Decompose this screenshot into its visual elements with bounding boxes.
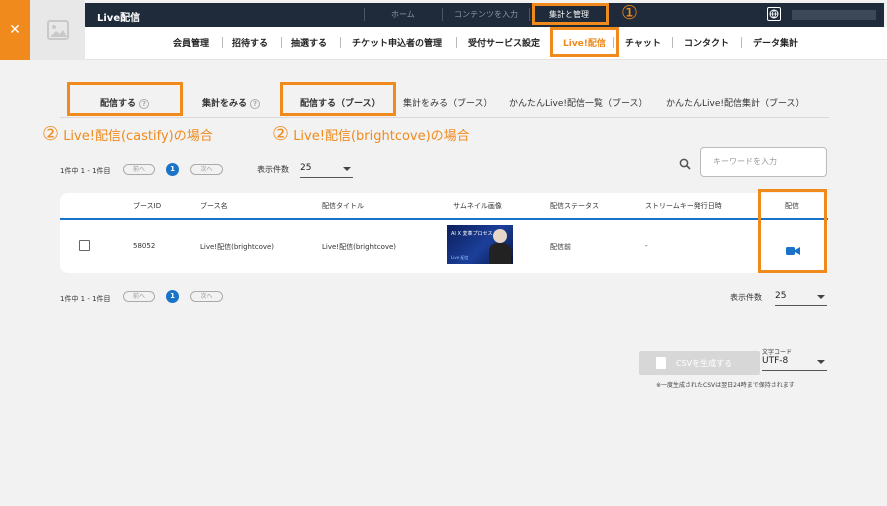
prev-button-bottom[interactable]: 前へ xyxy=(123,291,155,302)
document-icon xyxy=(656,357,666,369)
encoding-select[interactable]: UTF-8 xyxy=(762,353,827,371)
per-page-label: 表示件数 xyxy=(257,165,289,174)
thumbnail-image: AI X 変革プロセス 手法 Live 配信 xyxy=(447,225,513,264)
nav-contact[interactable]: コンタクト xyxy=(684,36,729,49)
tab-stats[interactable]: 集計をみる? xyxy=(202,96,261,109)
highlight-tab-stream xyxy=(67,82,183,116)
topnav-input-content[interactable]: コンテンツを入力 xyxy=(454,9,518,20)
cell-booth-name: Live!配信(brightcove) xyxy=(200,243,275,251)
per-page-select[interactable]: 25 xyxy=(300,160,353,178)
tab-stats-booth[interactable]: 集計をみる（ブース） xyxy=(403,96,493,109)
page-number-bottom[interactable]: 1 xyxy=(166,290,179,303)
csv-note: ※一度生成されたCSVは翌日24時まで保持されます xyxy=(656,382,795,389)
page: ✕ Live配信 ホーム コンテンツを入力 集計と管理 会員管理 招待する 抽選… xyxy=(0,0,887,506)
highlight-stream-column xyxy=(758,189,827,273)
image-placeholder-icon xyxy=(30,0,85,60)
caption-castify: ② Live!配信(castify)の場合 xyxy=(42,123,213,145)
prev-button[interactable]: 前へ xyxy=(123,164,155,175)
search-icon[interactable] xyxy=(679,155,691,174)
close-icon[interactable]: ✕ xyxy=(0,0,30,60)
pager-summary-bottom: 1件中 1 - 1件目 xyxy=(60,295,111,303)
col-thumbnail: サムネイル画像 xyxy=(453,202,502,210)
next-button-bottom[interactable]: 次へ xyxy=(190,291,223,302)
generate-csv-button[interactable]: CSVを生成する xyxy=(639,351,760,375)
nav-ticket-applicants[interactable]: チケット申込者の管理 xyxy=(352,36,442,49)
main-nav: 会員管理 招待する 抽選する チケット申込者の管理 受付サービス設定 Live!… xyxy=(85,27,887,60)
row-checkbox[interactable] xyxy=(79,240,90,251)
per-page-label-bottom: 表示件数 xyxy=(730,293,762,302)
cell-booth-id: 58052 xyxy=(133,242,156,250)
globe-icon[interactable] xyxy=(767,7,781,21)
highlight-live xyxy=(550,27,619,57)
tab-easy-live-list[interactable]: かんたんLive!配信一覧（ブース） xyxy=(509,96,648,109)
caption-brightcove: ② Live!配信(brightcove)の場合 xyxy=(272,123,470,145)
user-menu[interactable] xyxy=(792,10,876,20)
table-header: ブースID ブース名 配信タイトル サムネイル画像 配信ステータス ストリームキ… xyxy=(60,193,828,220)
cell-stream-key-date: - xyxy=(645,242,648,250)
annotation-step1: ① xyxy=(621,2,639,24)
tab-easy-live-stats[interactable]: かんたんLive!配信集計（ブース） xyxy=(666,96,805,109)
per-page-select-bottom[interactable]: 25 xyxy=(775,288,827,306)
highlight-manage xyxy=(532,3,609,25)
cell-status: 配信前 xyxy=(550,243,571,251)
pager-summary: 1件中 1 - 1件目 xyxy=(60,167,111,175)
next-button[interactable]: 次へ xyxy=(190,164,223,175)
nav-lottery[interactable]: 抽選する xyxy=(291,36,327,49)
col-status: 配信ステータス xyxy=(550,202,599,210)
search-input[interactable]: キーワードを入力 xyxy=(700,147,827,177)
help-icon: ? xyxy=(250,98,261,109)
nav-chat[interactable]: チャット xyxy=(625,36,661,49)
col-booth-id: ブースID xyxy=(133,202,162,210)
page-number[interactable]: 1 xyxy=(166,163,179,176)
col-title: 配信タイトル xyxy=(322,202,364,210)
nav-data-aggregation[interactable]: データ集計 xyxy=(753,36,798,49)
chevron-down-icon xyxy=(343,167,351,171)
nav-members[interactable]: 会員管理 xyxy=(173,36,209,49)
topnav-home[interactable]: ホーム xyxy=(391,9,415,20)
highlight-tab-stream-booth xyxy=(280,82,396,116)
app-title: Live配信 xyxy=(97,13,141,24)
booth-table: ブースID ブース名 配信タイトル サムネイル画像 配信ステータス ストリームキ… xyxy=(60,193,828,273)
nav-invite[interactable]: 招待する xyxy=(232,36,268,49)
chevron-down-icon xyxy=(817,295,825,299)
chevron-down-icon xyxy=(817,360,825,364)
col-stream-key-date: ストリームキー発行日時 xyxy=(645,202,722,210)
nav-reception-settings[interactable]: 受付サービス設定 xyxy=(468,36,540,49)
cell-title: Live!配信(brightcove) xyxy=(322,243,397,251)
top-bar: Live配信 ホーム コンテンツを入力 集計と管理 xyxy=(85,3,884,27)
col-booth-name: ブース名 xyxy=(200,202,228,210)
